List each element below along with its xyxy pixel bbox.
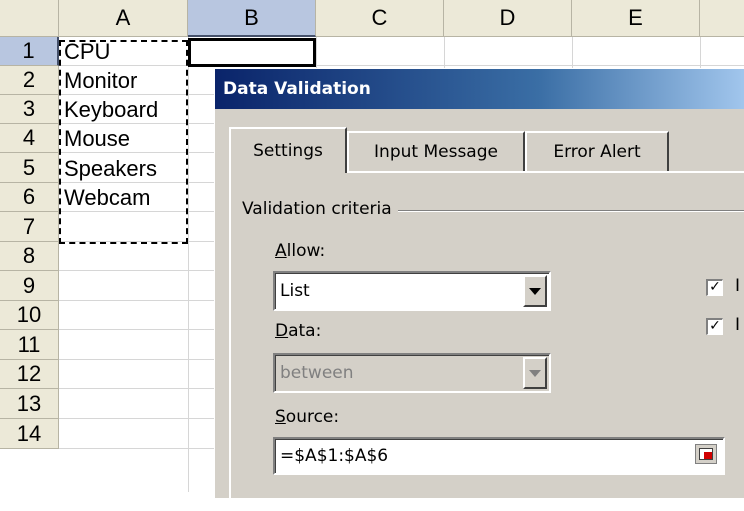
row-header-5[interactable]: 5	[0, 153, 59, 183]
tab-input-message[interactable]: Input Message	[347, 131, 525, 171]
row-header-7[interactable]: 7	[0, 212, 59, 242]
column-header-d[interactable]: D	[444, 0, 572, 37]
dialog-title[interactable]: Data Validation	[215, 69, 744, 109]
select-all-corner[interactable]	[0, 0, 59, 37]
row-header-8[interactable]: 8	[0, 242, 59, 271]
chevron-down-icon[interactable]	[523, 357, 547, 389]
column-header-c[interactable]: C	[316, 0, 444, 37]
column-header-e[interactable]: E	[572, 0, 700, 37]
checkmark-icon[interactable]: ✓	[706, 279, 723, 296]
column-header-b[interactable]: B	[188, 0, 316, 37]
checkmark-icon[interactable]: ✓	[706, 318, 723, 335]
row-header-14[interactable]: 14	[0, 419, 59, 449]
data-label: Data:	[275, 321, 322, 341]
row-header-12[interactable]: 12	[0, 360, 59, 389]
row-header-1[interactable]: 1	[0, 37, 59, 66]
source-input-value: =$A$1:$A$6	[280, 446, 389, 466]
data-select[interactable]: between	[273, 353, 551, 393]
allow-label: Allow:	[275, 241, 326, 261]
collapse-range-icon[interactable]	[695, 444, 717, 464]
ignore-blank-label: I	[735, 276, 741, 296]
copy-marquee	[59, 40, 188, 244]
allow-select-value: List	[280, 281, 310, 301]
in-cell-dropdown-label: I	[735, 315, 741, 335]
row-header-3[interactable]: 3	[0, 95, 59, 124]
tab-settings[interactable]: Settings	[229, 127, 347, 173]
row-header-9[interactable]: 9	[0, 271, 59, 301]
row-header-2[interactable]: 2	[0, 66, 59, 95]
source-input[interactable]: =$A$1:$A$6	[273, 437, 725, 475]
active-cell-b1[interactable]	[188, 38, 316, 67]
tab-error-alert[interactable]: Error Alert	[525, 131, 669, 171]
validation-criteria-label: Validation criteria	[242, 199, 398, 219]
row-header-10[interactable]: 10	[0, 301, 59, 330]
row-header-11[interactable]: 11	[0, 330, 59, 360]
row-header-6[interactable]: 6	[0, 183, 59, 212]
column-header-f[interactable]	[700, 0, 744, 37]
row-header-13[interactable]: 13	[0, 389, 59, 419]
row-header-4[interactable]: 4	[0, 124, 59, 153]
data-select-value: between	[280, 363, 354, 383]
allow-select[interactable]: List	[273, 271, 551, 311]
grid-line	[188, 37, 189, 492]
source-label: Source:	[275, 407, 340, 427]
chevron-down-icon[interactable]	[523, 275, 547, 307]
column-header-a[interactable]: A	[59, 0, 188, 37]
data-validation-dialog: Data Validation Settings Input Message E…	[214, 68, 744, 511]
